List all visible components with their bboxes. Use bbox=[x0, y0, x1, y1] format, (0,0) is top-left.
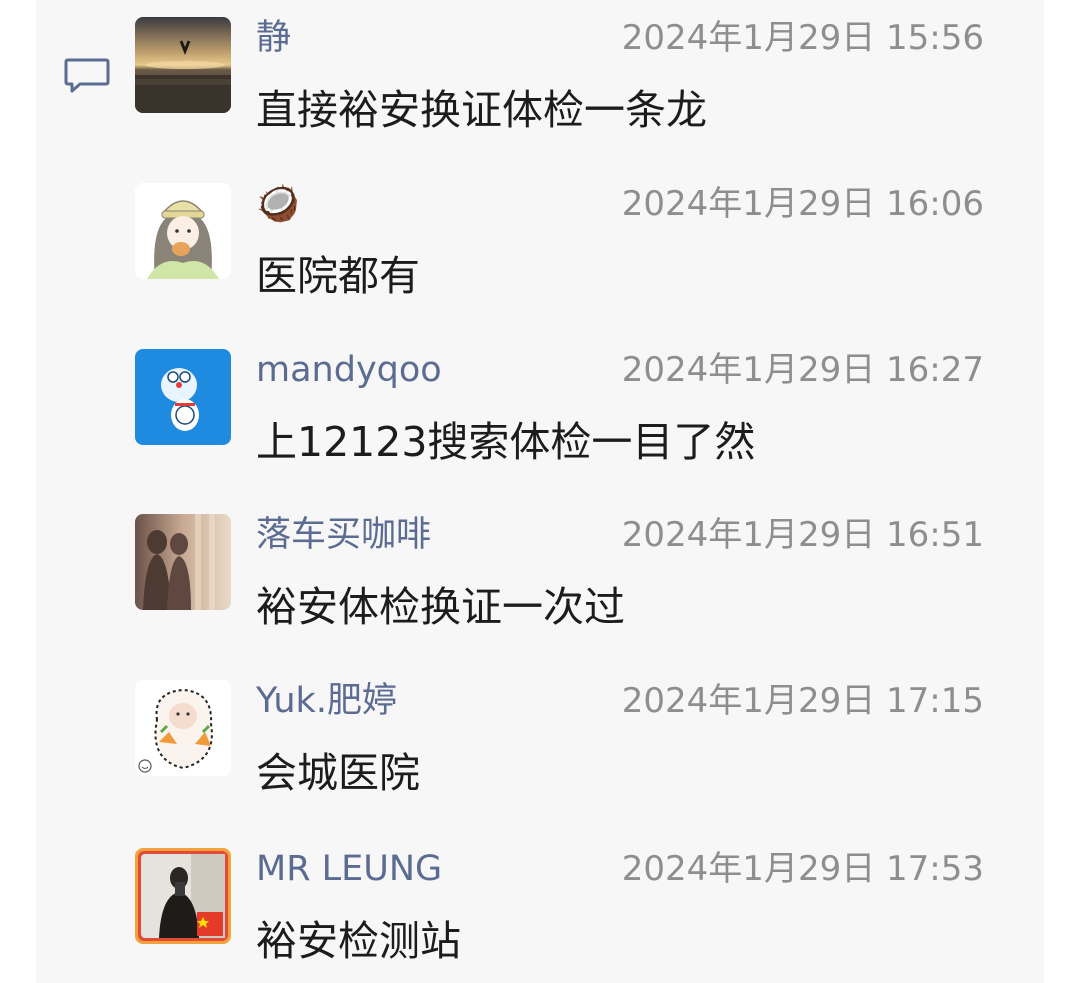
doraemon-avatar[interactable] bbox=[135, 349, 231, 445]
comment-text: 上12123搜索体检一目了然 bbox=[256, 418, 756, 466]
comment-item: 落车买咖啡 2024年1月29日 16:51 裕安体检换证一次过 bbox=[0, 497, 1080, 657]
mirror-selfie-flag-avatar[interactable] bbox=[135, 848, 231, 944]
comment-timestamp: 2024年1月29日 17:15 bbox=[621, 681, 984, 721]
comment-item: Yuk.肥婷 2024年1月29日 17:15 会城医院 bbox=[0, 663, 1080, 823]
baby-sticker-avatar[interactable] bbox=[135, 680, 231, 776]
comment-item: 静 2024年1月29日 15:56 直接裕安换证体检一条龙 bbox=[0, 0, 1080, 160]
shadow-silhouette-avatar[interactable] bbox=[135, 514, 231, 610]
comment-nickname[interactable]: 静 bbox=[256, 16, 291, 60]
comment-timestamp: 2024年1月29日 15:56 bbox=[621, 18, 984, 58]
comment-text: 裕安检测站 bbox=[256, 917, 461, 965]
comment-timestamp: 2024年1月29日 16:27 bbox=[621, 350, 984, 390]
comment-text: 会城医院 bbox=[256, 749, 420, 797]
comment-item: mandyqoo 2024年1月29日 16:27 上12123搜索体检一目了然 bbox=[0, 332, 1080, 492]
page: 静 2024年1月29日 15:56 直接裕安换证体检一条龙 🥥 2024年1月… bbox=[0, 0, 1080, 983]
comment-nickname[interactable]: 落车买咖啡 bbox=[256, 513, 431, 557]
comment-item: MR LEUNG 2024年1月29日 17:53 裕安检测站 bbox=[0, 831, 1080, 983]
comment-nickname[interactable]: Yuk.肥婷 bbox=[256, 679, 397, 723]
comment-text: 裕安体检换证一次过 bbox=[256, 583, 625, 631]
comment-timestamp: 2024年1月29日 16:51 bbox=[621, 515, 984, 555]
comment-nickname[interactable]: MR LEUNG bbox=[256, 847, 442, 891]
comment-nickname[interactable]: mandyqoo bbox=[256, 348, 442, 392]
comment-item: 🥥 2024年1月29日 16:06 医院都有 bbox=[0, 166, 1080, 326]
comment-text: 直接裕安换证体检一条龙 bbox=[256, 86, 707, 134]
sunset-beach-photo-avatar[interactable] bbox=[135, 17, 231, 113]
comment-text: 医院都有 bbox=[256, 252, 420, 300]
comment-timestamp: 2024年1月29日 17:53 bbox=[621, 849, 984, 889]
illustrated-girl-avatar[interactable] bbox=[135, 183, 231, 279]
comment-nickname[interactable]: 🥥 bbox=[256, 182, 300, 226]
comment-timestamp: 2024年1月29日 16:06 bbox=[621, 184, 984, 224]
